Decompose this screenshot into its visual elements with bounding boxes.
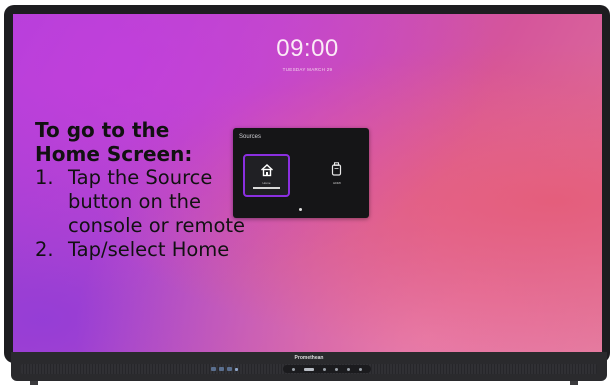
brand-logo: Promethean [294,355,324,361]
usb-port-icon[interactable] [219,367,224,371]
home-button[interactable] [322,367,326,371]
display-console: Promethean [11,352,607,381]
page-indicator-dot [299,208,302,211]
usb-port-icon[interactable] [211,367,216,371]
instruction-step-2: 2. Tap/select Home [35,238,295,262]
source-hdmi-button[interactable]: HDMI [317,154,357,197]
hdmi-icon [331,162,342,176]
source-home-button[interactable]: Home [243,154,290,197]
selected-indicator [253,187,280,189]
home-icon [261,164,273,177]
step-line: button on the [68,190,202,213]
instruction-heading-line2: Home Screen: [35,142,193,166]
sources-panel: Sources Home HDMI [233,128,369,218]
port-indicator-icon [235,367,238,371]
front-ports [211,365,238,373]
step-number: 2. [35,238,54,261]
power-button[interactable] [291,367,295,371]
stand-foot-right [570,381,578,385]
hdmi-port-icon[interactable] [227,367,232,371]
step-line: Tap/select Home [68,238,230,261]
interactive-display: 09:00 TUESDAY MARCH 29 To go to the Home… [0,0,611,385]
source-button[interactable] [303,367,314,371]
step-line: console or remote [68,214,246,237]
volume-up-button[interactable] [347,367,351,371]
settings-button[interactable] [359,367,363,371]
step-number: 1. [35,166,54,189]
instruction-heading-line1: To go to the [35,118,170,142]
source-hdmi-label: HDMI [333,181,341,185]
source-home-label: Home [262,181,271,185]
clock-time: 09:00 [276,35,339,62]
step-line: Tap the Source [68,166,213,189]
console-controls [283,365,371,373]
volume-down-button[interactable] [335,367,339,371]
sources-title: Sources [239,134,262,140]
stand-foot-left [30,381,38,385]
clock-date: TUESDAY MARCH 29 [282,67,333,72]
